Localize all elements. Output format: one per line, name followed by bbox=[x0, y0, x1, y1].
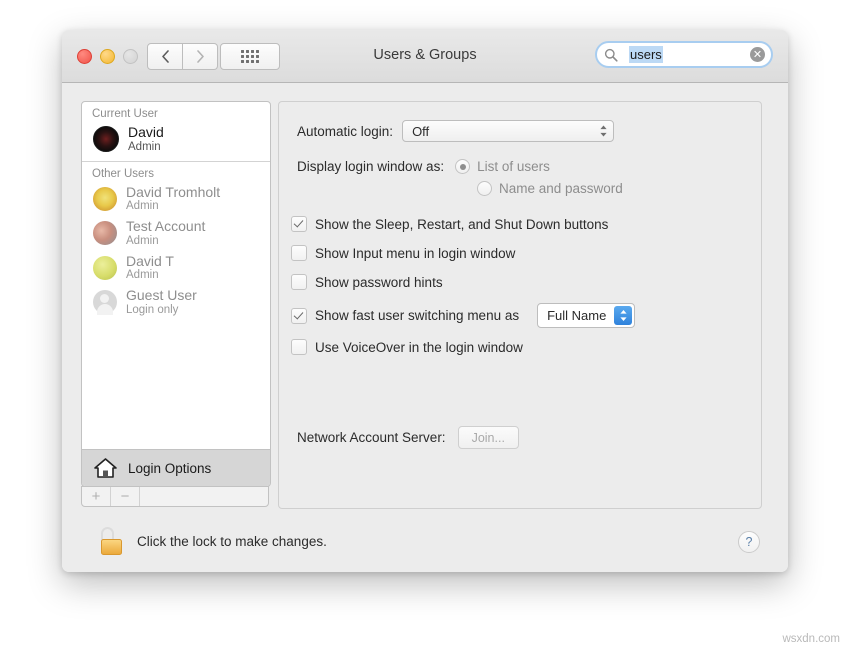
network-account-server-label: Network Account Server: bbox=[297, 430, 446, 445]
watermark: wsxdn.com bbox=[782, 633, 840, 645]
avatar-test bbox=[93, 221, 117, 245]
checkbox-icon bbox=[291, 245, 307, 261]
fast-switching-value: Full Name bbox=[547, 308, 606, 323]
add-user-button[interactable]: + bbox=[82, 487, 111, 506]
unlocked-padlock-icon[interactable] bbox=[100, 527, 123, 555]
user-role: Admin bbox=[126, 235, 205, 248]
sidebar-item-login-options[interactable]: Login Options bbox=[82, 449, 270, 486]
login-checkbox-list: Show the Sleep, Restart, and Shut Down b… bbox=[291, 216, 635, 355]
search-text-cell: users bbox=[623, 46, 750, 64]
user-name: David T bbox=[126, 254, 174, 270]
search-icon bbox=[604, 48, 618, 62]
login-options-label: Login Options bbox=[128, 461, 211, 476]
stepper-arrows-icon bbox=[614, 306, 632, 325]
user-info: David T Admin bbox=[126, 254, 174, 283]
sidebar-item-current-user[interactable]: David Admin bbox=[82, 122, 270, 157]
checkbox-label: Use VoiceOver in the login window bbox=[315, 340, 523, 355]
automatic-login-row: Automatic login: Off bbox=[297, 120, 614, 142]
avatar-david bbox=[93, 126, 119, 152]
display-login-window-line: Display login window as: List of users bbox=[297, 159, 623, 174]
add-remove-user-bar: + − bbox=[81, 486, 269, 507]
home-icon bbox=[93, 457, 118, 479]
checkbox-row-voiceover[interactable]: Use VoiceOver in the login window bbox=[291, 339, 635, 355]
avatar-ball bbox=[93, 256, 117, 280]
network-account-server-row: Network Account Server: Join... bbox=[297, 426, 519, 449]
display-login-window-row: Display login window as: List of users N… bbox=[297, 159, 623, 196]
join-button[interactable]: Join... bbox=[458, 426, 519, 449]
remove-user-button[interactable]: − bbox=[111, 487, 140, 506]
sidebar-item-guest-user[interactable]: Guest User Login only bbox=[82, 285, 270, 320]
user-role: Admin bbox=[126, 200, 220, 213]
sidebar-item-david-tromholt[interactable]: David Tromholt Admin bbox=[82, 182, 270, 217]
user-role: Admin bbox=[126, 269, 174, 282]
users-sidebar: Current User David Admin Other Users Dav… bbox=[81, 101, 271, 487]
user-role: Login only bbox=[126, 304, 197, 317]
checkbox-row-sleep-restart-shutdown[interactable]: Show the Sleep, Restart, and Shut Down b… bbox=[291, 216, 635, 232]
stepper-arrows-icon bbox=[599, 125, 608, 138]
user-name: Guest User bbox=[126, 288, 197, 304]
checkbox-label: Show Input menu in login window bbox=[315, 246, 515, 261]
checkbox-row-fast-user-switching[interactable]: Show fast user switching menu as Full Na… bbox=[291, 303, 635, 328]
checkbox-icon bbox=[291, 308, 307, 324]
help-button[interactable]: ? bbox=[738, 531, 760, 553]
padlock-body bbox=[101, 539, 122, 555]
login-options-panel: Automatic login: Off Disp bbox=[278, 101, 762, 509]
radio-label: Name and password bbox=[499, 181, 623, 196]
checkbox-row-input-menu[interactable]: Show Input menu in login window bbox=[291, 245, 635, 261]
search-input[interactable]: users bbox=[629, 46, 663, 63]
checkbox-icon bbox=[291, 274, 307, 290]
checkbox-row-password-hints[interactable]: Show password hints bbox=[291, 274, 635, 290]
radio-button-icon bbox=[455, 159, 470, 174]
sidebar-item-test-account[interactable]: Test Account Admin bbox=[82, 216, 270, 251]
lock-row[interactable]: Click the lock to make changes. bbox=[100, 527, 327, 555]
display-login-window-label: Display login window as: bbox=[297, 159, 444, 174]
fast-switching-popup[interactable]: Full Name bbox=[537, 303, 635, 328]
user-role: Admin bbox=[128, 141, 164, 154]
checkbox-label: Show password hints bbox=[315, 275, 443, 290]
other-users-header: Other Users bbox=[82, 162, 270, 182]
clear-search-icon[interactable]: ✕ bbox=[750, 47, 765, 62]
checkbox-label: Show the Sleep, Restart, and Shut Down b… bbox=[315, 217, 608, 232]
user-info: Guest User Login only bbox=[126, 288, 197, 317]
lock-message: Click the lock to make changes. bbox=[137, 534, 327, 549]
screenshot-root: Users & Groups users ✕ Current User bbox=[0, 0, 850, 653]
user-info: David Admin bbox=[128, 125, 164, 154]
checkbox-icon bbox=[291, 216, 307, 232]
user-name: David bbox=[128, 125, 164, 141]
window-titlebar: Users & Groups users ✕ bbox=[62, 30, 788, 83]
automatic-login-value: Off bbox=[412, 124, 429, 139]
checkbox-label: Show fast user switching menu as bbox=[315, 308, 519, 323]
current-user-header: Current User bbox=[82, 102, 270, 122]
sidebar-item-david-t[interactable]: David T Admin bbox=[82, 251, 270, 286]
user-info: David Tromholt Admin bbox=[126, 185, 220, 214]
checkbox-icon bbox=[291, 339, 307, 355]
window-body: Current User David Admin Other Users Dav… bbox=[62, 83, 788, 572]
user-name: Test Account bbox=[126, 219, 205, 235]
automatic-login-label: Automatic login: bbox=[297, 124, 393, 139]
radio-label: List of users bbox=[477, 159, 550, 174]
preferences-window: Users & Groups users ✕ Current User bbox=[62, 30, 788, 572]
radio-button-icon bbox=[477, 181, 492, 196]
user-name: David Tromholt bbox=[126, 185, 220, 201]
search-field[interactable]: users ✕ bbox=[595, 41, 773, 68]
radio-list-of-users[interactable]: List of users bbox=[455, 159, 550, 174]
radio-name-and-password[interactable]: Name and password bbox=[477, 181, 623, 196]
user-info: Test Account Admin bbox=[126, 219, 205, 248]
automatic-login-popup[interactable]: Off bbox=[402, 120, 614, 142]
avatar-sunflower bbox=[93, 187, 117, 211]
avatar-guest bbox=[93, 290, 117, 314]
